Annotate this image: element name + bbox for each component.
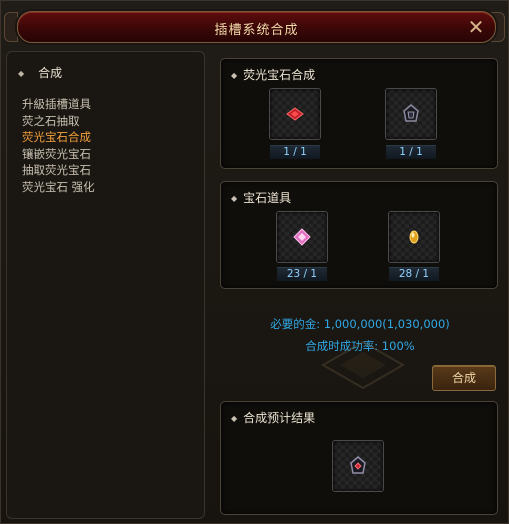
result-slot[interactable]	[332, 440, 384, 492]
gem-items-slot-2[interactable]	[388, 211, 440, 263]
sidebar-item-gem-extract[interactable]: 抽取荧光宝石	[22, 162, 95, 179]
background-emblem-icon	[320, 340, 406, 390]
sidebar: ◆ 合成 升級插槽道具 荧之石抽取 荧光宝石合成 镶嵌荧光宝石 抽取荧光宝石 荧光…	[6, 51, 205, 519]
close-button[interactable]: ✕	[465, 16, 487, 38]
window-title: 插槽系统合成	[214, 23, 299, 38]
pink-jewel-icon	[293, 228, 311, 246]
socket-stone-icon	[403, 104, 419, 122]
sidebar-item-upgrade-socket-item[interactable]: 升級插槽道具	[22, 96, 95, 113]
gem-items-section: ◆ 宝石道具	[220, 181, 498, 289]
required-gold-text: 必要的金: 1,000,000(1,030,000)	[270, 317, 450, 331]
sidebar-header[interactable]: ◆ 合成	[18, 64, 62, 81]
sidebar-menu: 升級插槽道具 荧之石抽取 荧光宝石合成 镶嵌荧光宝石 抽取荧光宝石 荧光宝石 强…	[22, 96, 95, 195]
gem-craft-slot-1[interactable]	[269, 88, 321, 140]
gem-items-slot-1-count: 23 / 1	[277, 267, 327, 281]
diamond-bullet-icon: ◆	[231, 71, 238, 80]
diamond-bullet-icon: ◆	[231, 194, 238, 203]
diamond-bullet-icon: ◆	[231, 414, 238, 423]
result-title: ◆ 合成预计结果	[231, 409, 315, 426]
sidebar-header-label: 合成	[38, 66, 63, 80]
gem-craft-slot-2[interactable]	[385, 88, 437, 140]
sidebar-item-gem-enhance[interactable]: 荧光宝石 强化	[22, 179, 95, 196]
gem-craft-title-label: 荧光宝石合成	[243, 68, 316, 82]
gem-items-slot-1[interactable]	[276, 211, 328, 263]
gem-craft-slot-2-count: 1 / 1	[386, 145, 436, 159]
gem-craft-slot-1-count: 1 / 1	[270, 145, 320, 159]
red-crystal-icon	[286, 107, 304, 121]
sidebar-item-gem-insert[interactable]: 镶嵌荧光宝石	[22, 146, 95, 163]
fluorescent-gem-result-icon	[350, 456, 366, 474]
amber-gem-icon	[409, 230, 419, 244]
gem-craft-title: ◆ 荧光宝石合成	[231, 66, 315, 83]
gem-items-title: ◆ 宝石道具	[231, 189, 291, 206]
gem-items-slot-2-count: 28 / 1	[389, 267, 439, 281]
gem-craft-section: ◆ 荧光宝石合成	[220, 58, 498, 169]
close-icon: ✕	[467, 15, 485, 39]
sidebar-item-stone-extract[interactable]: 荧之石抽取	[22, 113, 95, 130]
sidebar-item-gem-craft[interactable]: 荧光宝石合成	[22, 129, 95, 146]
gem-items-title-label: 宝石道具	[243, 191, 292, 205]
title-bar: 插槽系统合成 ✕	[17, 11, 496, 43]
craft-button[interactable]: 合成	[432, 365, 496, 391]
expand-arrow-icon: ◆	[18, 69, 25, 78]
result-title-label: 合成预计结果	[243, 411, 316, 425]
title-ornament-left	[4, 12, 18, 42]
